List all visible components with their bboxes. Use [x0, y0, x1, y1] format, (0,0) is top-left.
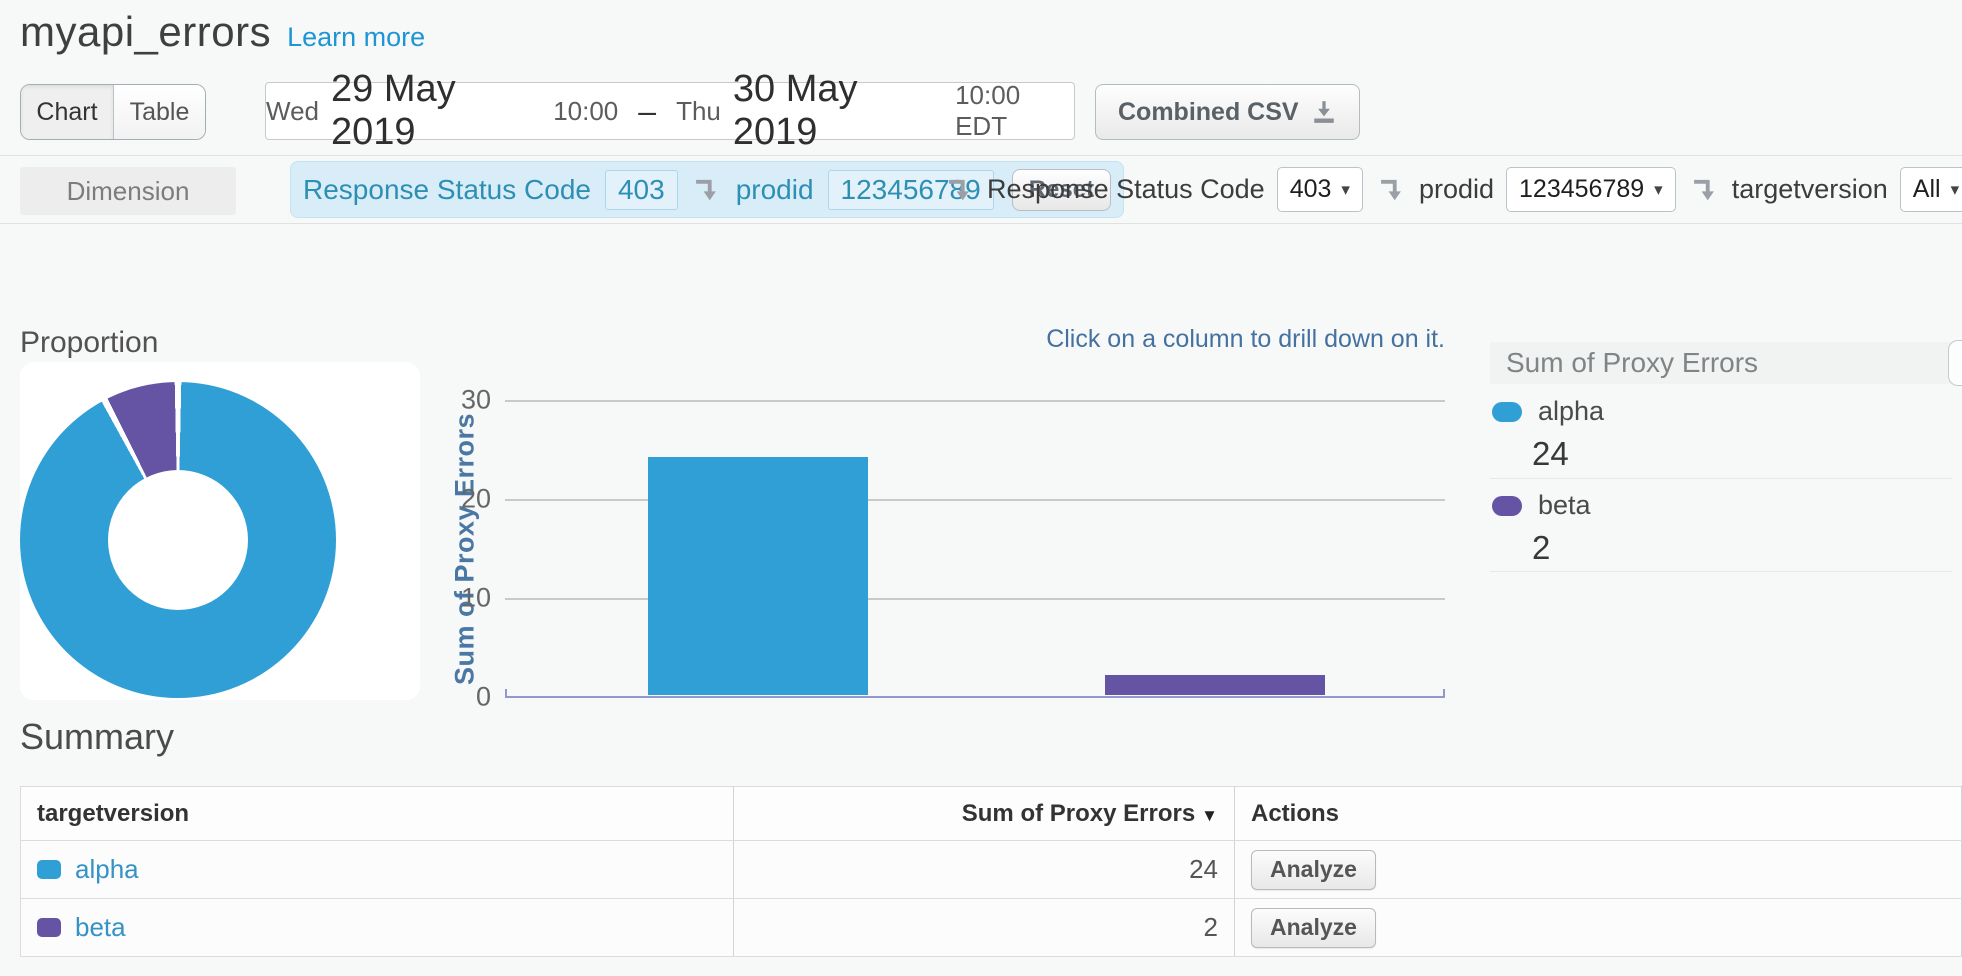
filter-label: targetversion — [1732, 174, 1888, 205]
bar-alpha[interactable] — [648, 457, 868, 695]
column-header-sum-proxy-errors[interactable]: Sum of Proxy Errors ▼ — [734, 787, 1235, 841]
alpha-value: 24 — [734, 841, 1235, 899]
y-tick-label: 10 — [431, 583, 491, 614]
gridline — [505, 499, 1445, 501]
dropdown-filters: Response Status Code 403 ▾ prodid 123456… — [945, 161, 1962, 218]
donut-hole — [108, 470, 248, 610]
date-range-picker[interactable]: Wed 29 May 2019 10:00 – Thu 30 May 2019 … — [265, 82, 1075, 140]
y-axis-title: Sum of Proxy Errors — [448, 400, 482, 697]
bar-chart-plot: 3020100 — [505, 400, 1445, 697]
table-row-alpha: alpha 24 Analyze — [21, 841, 1962, 899]
beta-link[interactable]: beta — [75, 912, 126, 943]
date-separator: – — [638, 93, 656, 130]
axis-end-tick — [505, 689, 507, 697]
drill-arrow-icon — [945, 175, 975, 205]
column-header-actions: Actions — [1235, 787, 1962, 841]
title-row: myapi_errors Learn more — [20, 8, 425, 56]
drill-arrow-icon — [1377, 175, 1407, 205]
analyze-button-alpha[interactable]: Analyze — [1251, 850, 1376, 890]
alpha-link[interactable]: alpha — [75, 854, 139, 885]
combined-csv-label: Combined CSV — [1118, 98, 1299, 127]
learn-more-link[interactable]: Learn more — [287, 22, 425, 53]
legend-edge-button[interactable] — [1948, 340, 1962, 386]
start-date: 29 May 2019 — [331, 68, 541, 154]
legend-value: 2 — [1532, 529, 1952, 567]
legend-label: beta — [1538, 490, 1591, 521]
column-header-label: Sum of Proxy Errors — [962, 800, 1195, 827]
analyze-button-beta[interactable]: Analyze — [1251, 908, 1376, 948]
combined-csv-button[interactable]: Combined CSV — [1095, 84, 1360, 140]
start-day: Wed — [266, 96, 319, 127]
legend-divider — [1490, 571, 1952, 572]
legend-value: 24 — [1532, 435, 1952, 473]
alpha-swatch — [1492, 402, 1522, 422]
proportion-card — [20, 362, 420, 700]
drilldown-hint: Click on a column to drill down on it. — [505, 325, 1445, 354]
chevron-down-icon: ▾ — [1654, 180, 1663, 200]
sort-desc-icon: ▼ — [1201, 806, 1218, 825]
legend-label: alpha — [1538, 396, 1604, 427]
dropdown-value: 403 — [1290, 175, 1332, 204]
drill-arrow-icon — [692, 175, 722, 205]
end-time: 10:00 EDT — [955, 80, 1074, 142]
table-view-button[interactable]: Table — [113, 85, 205, 139]
legend-header: Sum of Proxy Errors — [1490, 342, 1952, 384]
gridline — [505, 598, 1445, 600]
response-status-code-dropdown[interactable]: 403 ▾ — [1277, 167, 1363, 212]
targetversion-dropdown[interactable]: All ▾ — [1900, 167, 1962, 212]
drill-arrow-icon — [1690, 175, 1720, 205]
chart-view-button[interactable]: Chart — [21, 85, 113, 139]
chevron-down-icon: ▾ — [1341, 180, 1350, 200]
beta-value: 2 — [734, 899, 1235, 957]
start-time: 10:00 — [553, 96, 618, 127]
axis-end-tick — [1443, 689, 1445, 697]
filter-targetversion: targetversion All ▾ — [1690, 167, 1962, 212]
download-icon — [1311, 99, 1337, 125]
alpha-swatch — [37, 860, 61, 879]
end-day: Thu — [676, 96, 721, 127]
dropdown-value: All — [1913, 175, 1941, 204]
summary-title: Summary — [20, 716, 174, 758]
y-tick-label: 0 — [431, 682, 491, 713]
filter-prodid: prodid 123456789 ▾ — [1377, 167, 1676, 212]
gridline — [505, 400, 1445, 402]
filter-response-status-code: Response Status Code 403 ▾ — [945, 167, 1363, 212]
proportion-title: Proportion — [20, 326, 158, 360]
dimension-label: Dimension — [20, 167, 236, 215]
proportion-donut-chart[interactable] — [20, 382, 336, 698]
summary-table: targetversion Sum of Proxy Errors ▼ Actio… — [20, 786, 1962, 957]
header-divider — [0, 155, 1962, 156]
bar-beta[interactable] — [1105, 675, 1325, 695]
filter-label: prodid — [1419, 174, 1494, 205]
beta-swatch — [37, 918, 61, 937]
beta-swatch — [1492, 496, 1522, 516]
legend-item-beta[interactable]: beta 2 — [1492, 490, 1952, 567]
dropdown-value: 123456789 — [1519, 175, 1644, 204]
x-axis-baseline — [505, 696, 1445, 698]
filter-divider — [0, 223, 1962, 224]
page-title: myapi_errors — [20, 8, 271, 56]
view-toggle: Chart Table — [20, 84, 206, 140]
y-tick-label: 30 — [431, 385, 491, 416]
legend-divider — [1490, 478, 1952, 479]
table-row-beta: beta 2 Analyze — [21, 899, 1962, 957]
chevron-down-icon: ▾ — [1951, 180, 1960, 200]
prodid-dropdown[interactable]: 123456789 ▾ — [1506, 167, 1676, 212]
y-tick-label: 20 — [431, 484, 491, 515]
column-header-targetversion[interactable]: targetversion — [21, 787, 734, 841]
active-filter-name-1: Response Status Code — [303, 174, 591, 206]
table-header-row: targetversion Sum of Proxy Errors ▼ Actio… — [21, 787, 1962, 841]
active-filter-name-2: prodid — [736, 174, 814, 206]
filter-label: Response Status Code — [987, 174, 1265, 205]
end-date: 30 May 2019 — [733, 68, 943, 154]
legend-item-alpha[interactable]: alpha 24 — [1492, 396, 1952, 473]
active-filter-value-1: 403 — [605, 170, 678, 210]
